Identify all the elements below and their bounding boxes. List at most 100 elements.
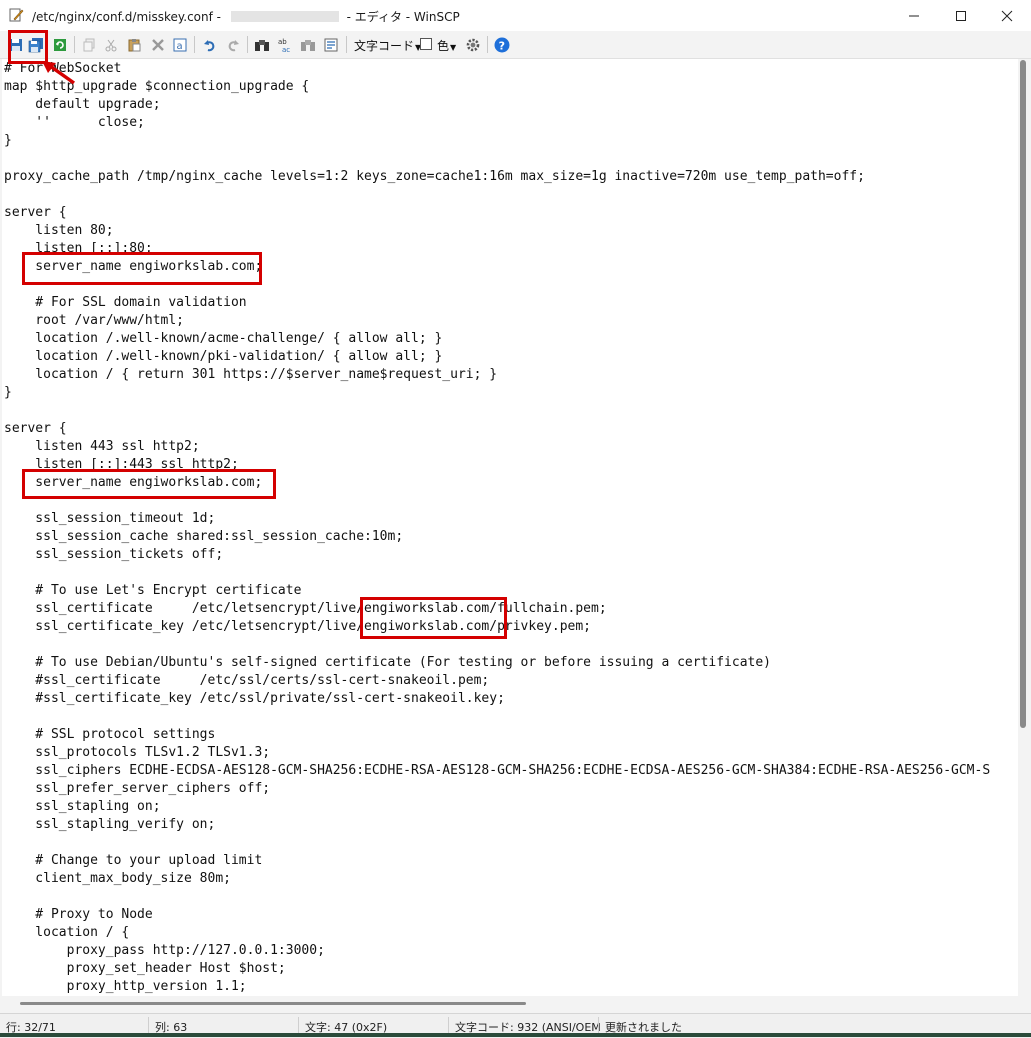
code-line[interactable]: map $http_upgrade $connection_upgrade { xyxy=(4,78,990,96)
svg-text:ab: ab xyxy=(278,38,287,46)
select-all-button[interactable]: a xyxy=(170,35,189,54)
code-line[interactable]: location /.well-known/acme-challenge/ { … xyxy=(4,330,990,348)
replace-icon: abac xyxy=(278,38,290,53)
paste-icon xyxy=(128,38,140,51)
code-line[interactable]: server { xyxy=(4,204,990,222)
redo-icon xyxy=(228,39,239,51)
code-line[interactable]: '' close; xyxy=(4,114,990,132)
undo-icon xyxy=(203,39,214,51)
annotation-arrow-icon xyxy=(42,61,76,85)
code-line[interactable]: server { xyxy=(4,420,990,438)
code-line[interactable]: } xyxy=(4,384,990,402)
maximize-button[interactable] xyxy=(938,0,984,31)
find-button[interactable] xyxy=(252,35,271,54)
code-line[interactable]: root /var/www/html; xyxy=(4,312,990,330)
domain-highlight xyxy=(360,597,507,639)
color-checkbox[interactable] xyxy=(420,38,432,50)
help-button[interactable]: ? xyxy=(492,35,511,54)
copy-icon xyxy=(83,38,94,51)
code-line[interactable]: location / { return 301 https://$server_… xyxy=(4,366,990,384)
maximize-icon xyxy=(956,10,966,21)
reload-icon xyxy=(53,38,66,51)
goto-line-icon xyxy=(324,38,337,51)
code-line[interactable]: } xyxy=(4,132,990,150)
code-line[interactable]: listen 443 ssl http2; xyxy=(4,438,990,456)
code-line[interactable]: # Change to your upload limit xyxy=(4,852,990,870)
code-line[interactable]: location /.well-known/pki-validation/ { … xyxy=(4,348,990,366)
code-line[interactable] xyxy=(4,564,990,582)
vertical-scroll-thumb[interactable] xyxy=(1020,60,1026,728)
svg-text:ac: ac xyxy=(282,46,290,53)
code-line[interactable]: ssl_ciphers ECDHE-ECDSA-AES128-GCM-SHA25… xyxy=(4,762,990,780)
minimize-button[interactable] xyxy=(891,0,937,31)
code-line[interactable]: ssl_protocols TLSv1.2 TLSv1.3; xyxy=(4,744,990,762)
delete-icon xyxy=(151,38,164,51)
find-next-button[interactable] xyxy=(298,35,317,54)
title-bar: /etc/nginx/conf.d/misskey.conf - - エディタ … xyxy=(0,0,1031,31)
server-name-highlight-2 xyxy=(22,469,276,499)
code-line[interactable]: ssl_prefer_server_ciphers off; xyxy=(4,780,990,798)
svg-text:a: a xyxy=(176,41,182,52)
encoding-dropdown[interactable]: 文字コード▼ xyxy=(354,37,421,54)
encoding-label: 文字コード xyxy=(354,39,415,53)
editor-app-icon xyxy=(8,7,24,23)
code-line[interactable] xyxy=(4,150,990,168)
code-line[interactable]: default upgrade; xyxy=(4,96,990,114)
save-button-highlight xyxy=(8,30,48,64)
code-line[interactable]: listen 80; xyxy=(4,222,990,240)
redacted-host xyxy=(230,11,339,22)
copy-button[interactable] xyxy=(79,35,98,54)
paste-button[interactable] xyxy=(124,35,143,54)
chevron-down-icon: ▼ xyxy=(450,43,457,52)
select-all-icon: a xyxy=(173,38,186,52)
text-editor[interactable]: # For WebSocket map $http_upgrade $connec… xyxy=(2,59,1018,996)
minimize-icon xyxy=(909,15,919,16)
code-line[interactable]: ssl_session_timeout 1d; xyxy=(4,510,990,528)
goto-line-button[interactable] xyxy=(321,35,340,54)
code-line[interactable]: proxy_set_header Host $host; xyxy=(4,960,990,978)
window-title: /etc/nginx/conf.d/misskey.conf - - エディタ … xyxy=(32,8,460,25)
title-app: - エディタ - WinSCP xyxy=(342,10,460,24)
code-line[interactable]: # For WebSocket xyxy=(4,60,990,78)
color-label: 色 xyxy=(437,39,450,53)
redo-button[interactable] xyxy=(223,35,242,54)
code-line[interactable] xyxy=(4,402,990,420)
close-button[interactable] xyxy=(984,0,1030,31)
code-line[interactable]: # To use Debian/Ubuntu's self-signed cer… xyxy=(4,654,990,672)
svg-text:?: ? xyxy=(498,39,504,52)
replace-button[interactable]: ab ac xyxy=(275,35,294,54)
code-line[interactable] xyxy=(4,186,990,204)
reload-button[interactable] xyxy=(50,35,69,54)
code-line[interactable] xyxy=(4,708,990,726)
horizontal-scroll-thumb[interactable] xyxy=(20,1002,526,1005)
code-line[interactable]: ssl_session_cache shared:ssl_session_cac… xyxy=(4,528,990,546)
code-line[interactable]: # SSL protocol settings xyxy=(4,726,990,744)
delete-button[interactable] xyxy=(148,35,167,54)
title-path: /etc/nginx/conf.d/misskey.conf - xyxy=(32,10,225,24)
code-line[interactable]: #ssl_certificate /etc/ssl/certs/ssl-cert… xyxy=(4,672,990,690)
code-line[interactable]: #ssl_certificate_key /etc/ssl/private/ss… xyxy=(4,690,990,708)
code-line[interactable]: ssl_stapling on; xyxy=(4,798,990,816)
code-content[interactable]: # For WebSocket map $http_upgrade $connec… xyxy=(4,60,990,996)
code-line[interactable]: client_max_body_size 80m; xyxy=(4,870,990,888)
code-line[interactable] xyxy=(4,834,990,852)
gear-icon xyxy=(466,38,479,51)
editor-toolbar: a ab ac 文字コード▼ 色▼ ? xyxy=(0,31,1031,59)
code-line[interactable]: ssl_session_tickets off; xyxy=(4,546,990,564)
color-dropdown[interactable]: 色▼ xyxy=(437,37,456,54)
code-line[interactable]: proxy_pass http://127.0.0.1:3000; xyxy=(4,942,990,960)
settings-button[interactable] xyxy=(463,35,482,54)
cut-button[interactable] xyxy=(101,35,120,54)
binoculars-icon xyxy=(254,39,269,51)
undo-button[interactable] xyxy=(200,35,219,54)
code-line[interactable]: ssl_stapling_verify on; xyxy=(4,816,990,834)
code-line[interactable]: proxy_cache_path /tmp/nginx_cache levels… xyxy=(4,168,990,186)
scissors-icon xyxy=(105,39,116,51)
code-line[interactable]: # For SSL domain validation xyxy=(4,294,990,312)
code-line[interactable]: proxy_http_version 1.1; xyxy=(4,978,990,996)
close-icon xyxy=(1001,10,1013,21)
code-line[interactable]: # Proxy to Node xyxy=(4,906,990,924)
code-line[interactable]: location / { xyxy=(4,924,990,942)
taskbar-strip xyxy=(0,1033,1031,1037)
code-line[interactable] xyxy=(4,888,990,906)
